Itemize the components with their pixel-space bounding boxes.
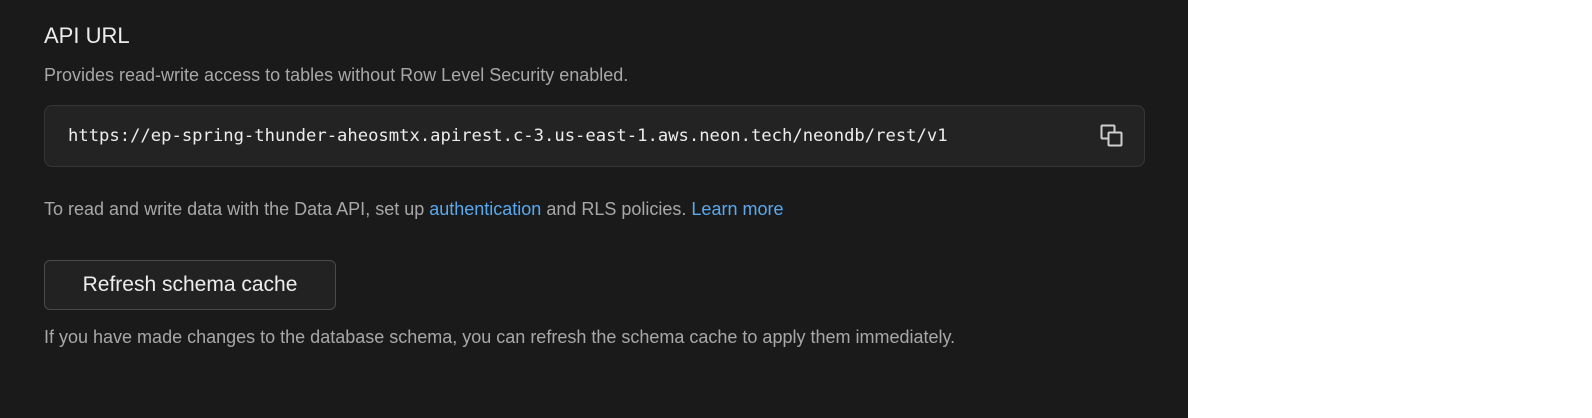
info-prefix: To read and write data with the Data API… xyxy=(44,199,430,219)
data-api-panel: API URL Provides read-write access to ta… xyxy=(0,0,1188,418)
section-title: API URL xyxy=(44,23,130,48)
section-description: Provides read-write access to tables wit… xyxy=(44,65,629,85)
copy-icon[interactable] xyxy=(1099,123,1125,149)
learn-more-link[interactable]: Learn more xyxy=(691,199,783,219)
refresh-help-text: If you have made changes to the database… xyxy=(44,327,956,347)
data-api-info-text: To read and write data with the Data API… xyxy=(44,197,783,221)
info-middle: and RLS policies. xyxy=(541,199,692,219)
api-url-value[interactable]: https://ep-spring-thunder-aheosmtx.apire… xyxy=(68,124,948,148)
refresh-schema-cache-button[interactable]: Refresh schema cache xyxy=(44,260,336,310)
authentication-link[interactable]: authentication xyxy=(429,199,541,219)
empty-area xyxy=(1188,0,1592,418)
api-url-field[interactable]: https://ep-spring-thunder-aheosmtx.apire… xyxy=(44,105,1145,167)
